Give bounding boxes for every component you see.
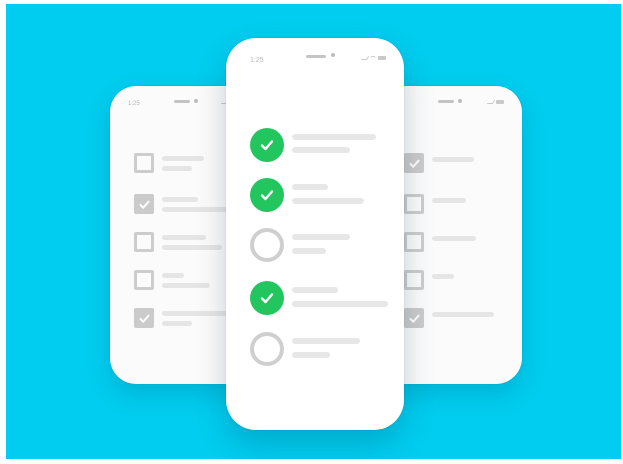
placeholder-line: [162, 311, 228, 316]
task-incomplete-toggle[interactable]: [250, 228, 284, 262]
placeholder-line: [432, 274, 454, 279]
placeholder-line: [162, 156, 204, 161]
status-icons: [486, 100, 504, 104]
checkbox-checked[interactable]: [134, 194, 154, 214]
placeholder-line: [162, 207, 232, 212]
placeholder-line: [292, 352, 330, 358]
placeholder-line: [292, 147, 350, 153]
checkbox-unchecked[interactable]: [134, 270, 154, 290]
speaker-notch: [174, 100, 190, 103]
placeholder-line: [162, 245, 222, 250]
phone-center: 1:25: [226, 38, 404, 430]
placeholder-line: [162, 283, 210, 288]
battery-icon: [378, 56, 386, 60]
checkbox-unchecked[interactable]: [404, 270, 424, 290]
task-complete-toggle[interactable]: [250, 281, 284, 315]
placeholder-line: [292, 184, 328, 190]
signal-icon: [486, 100, 496, 104]
placeholder-line: [292, 234, 350, 240]
placeholder-line: [292, 198, 364, 204]
check-icon: [138, 200, 150, 209]
status-icons: [360, 56, 386, 60]
check-icon: [260, 190, 274, 201]
placeholder-line: [292, 301, 388, 307]
placeholder-line: [432, 236, 476, 241]
speaker-notch: [438, 100, 454, 103]
check-icon: [260, 140, 274, 151]
placeholder-line: [162, 166, 192, 171]
task-complete-toggle[interactable]: [250, 178, 284, 212]
placeholder-line: [292, 287, 338, 293]
placeholder-line: [162, 273, 184, 278]
checkbox-unchecked[interactable]: [404, 194, 424, 214]
camera-dot: [331, 53, 335, 57]
checkbox-unchecked[interactable]: [134, 153, 154, 173]
placeholder-line: [292, 248, 326, 254]
checkbox-unchecked[interactable]: [404, 232, 424, 252]
camera-dot: [458, 99, 462, 103]
check-icon: [260, 293, 274, 304]
placeholder-line: [162, 235, 206, 240]
wifi-icon: [370, 56, 376, 60]
placeholder-line: [432, 198, 466, 203]
battery-icon: [496, 100, 504, 104]
task-complete-toggle[interactable]: [250, 128, 284, 162]
check-icon: [408, 314, 420, 323]
checkbox-checked[interactable]: [134, 308, 154, 328]
placeholder-line: [292, 134, 376, 140]
placeholder-line: [162, 197, 198, 202]
camera-dot: [194, 99, 198, 103]
speaker-notch: [306, 55, 326, 58]
illustration-background: 1:25 1:25: [6, 4, 621, 459]
checkbox-checked[interactable]: [404, 153, 424, 173]
task-incomplete-toggle[interactable]: [250, 332, 284, 366]
check-icon: [408, 159, 420, 168]
checkbox-unchecked[interactable]: [134, 232, 154, 252]
checkbox-checked[interactable]: [404, 308, 424, 328]
placeholder-line: [432, 312, 494, 317]
status-time: 1:25: [250, 57, 264, 64]
signal-icon: [360, 56, 370, 60]
status-time: 1:25: [128, 101, 140, 107]
placeholder-line: [162, 321, 192, 326]
check-icon: [138, 314, 150, 323]
placeholder-line: [432, 157, 474, 162]
placeholder-line: [292, 338, 360, 344]
